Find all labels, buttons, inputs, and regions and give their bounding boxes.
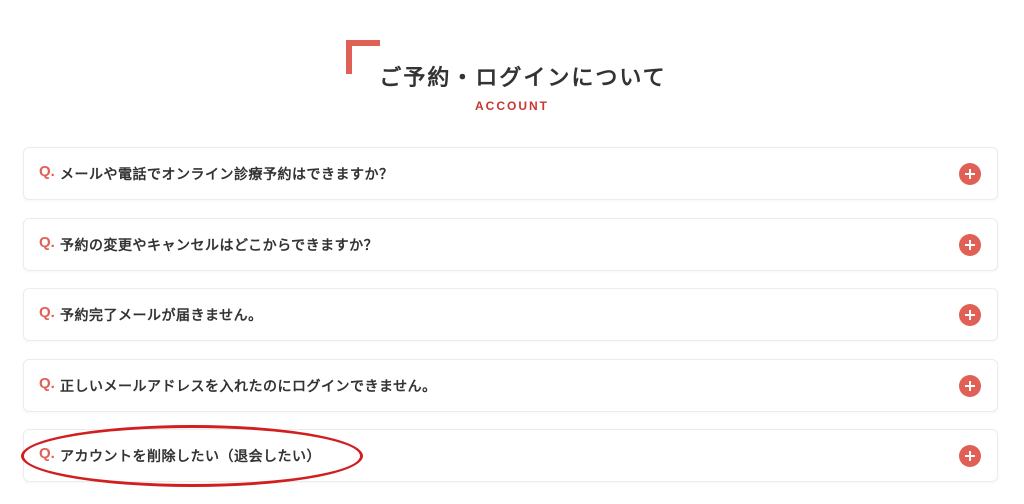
plus-circle-icon[interactable]	[959, 374, 981, 397]
faq-question-text: 予約完了メールが届きません。	[60, 308, 263, 324]
faq-question-text: メールや電話でオンライン診療予約はできますか？	[60, 167, 394, 183]
plus-circle-icon[interactable]	[959, 445, 981, 467]
question-prefix: Q.	[39, 445, 55, 462]
faq-item-5[interactable]: Q. アカウントを削除したい（退会したい）	[23, 429, 998, 482]
plus-circle-icon[interactable]	[959, 304, 981, 326]
faq-question-text: 予約の変更やキャンセルはどこからできますか？	[60, 237, 379, 254]
question-prefix: Q.	[39, 304, 55, 321]
section-title-text: ご予約・ログインについて	[379, 66, 667, 91]
plus-circle-icon[interactable]	[959, 163, 981, 185]
faq-item-1[interactable]: Q. メールや電話でオンライン診療予約はできますか？	[23, 147, 998, 200]
faq-question-text: 正しいメールアドレスを入れたのにログインできません。	[60, 378, 437, 395]
question-prefix: Q.	[39, 163, 55, 180]
faq-item-2[interactable]: Q. 予約の変更やキャンセルはどこからできますか？	[23, 217, 998, 271]
faq-item-3[interactable]: Q. 予約完了メールが届きません。	[23, 288, 998, 341]
section-title: ご予約・ログインについて	[0, 60, 1024, 92]
plus-circle-icon[interactable]	[959, 233, 981, 256]
question-prefix: Q.	[39, 374, 55, 392]
section-header: ご予約・ログインについて ACCOUNT	[0, 0, 1024, 140]
faq-item-4[interactable]: Q. 正しいメールアドレスを入れたのにログインできません。	[23, 358, 998, 412]
section-subtitle: ACCOUNT	[0, 99, 1024, 113]
faq-question-text: アカウントを削除したい（退会したい）	[60, 449, 321, 465]
section-subtitle-text: ACCOUNT	[475, 99, 549, 113]
question-prefix: Q.	[39, 233, 55, 251]
faq-list: Q. メールや電話でオンライン診療予約はできますか？ Q. 予約の変更やキャンセ…	[23, 147, 998, 500]
